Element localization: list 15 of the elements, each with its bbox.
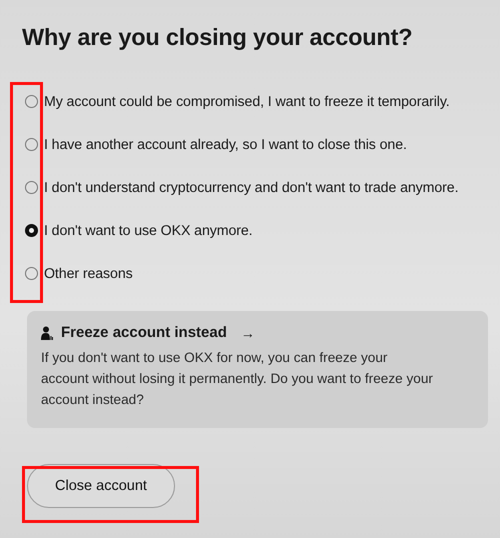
card-description: If you don't want to use OKX for now, you can freeze your account without losing it permanently. Do you want to freeze your account instead? bbox=[41, 349, 434, 409]
radio-button[interactable] bbox=[25, 181, 38, 194]
reason-label: I don't understand cryptocurrency and don't want to trade anymore. bbox=[44, 180, 458, 196]
radio-button[interactable] bbox=[25, 138, 38, 151]
page-title: Why are you closing your account? bbox=[21, 23, 414, 52]
reason-label: I have another account already, so I want to close this one. bbox=[44, 136, 407, 152]
reason-label: My account could be compromised, I want to freeze it temporarily. bbox=[44, 94, 450, 110]
reason-label: Other reasons bbox=[44, 266, 133, 282]
arrow-icon[interactable]: → bbox=[240, 324, 255, 340]
radio-button[interactable] bbox=[25, 267, 38, 280]
close-account-button[interactable]: Close account bbox=[27, 464, 175, 508]
reason-label: I don't want to use OKX anymore. bbox=[44, 222, 252, 238]
radio-button[interactable] bbox=[25, 224, 38, 237]
radio-button[interactable] bbox=[25, 95, 38, 108]
card-title[interactable]: Freeze account instead bbox=[61, 324, 227, 341]
